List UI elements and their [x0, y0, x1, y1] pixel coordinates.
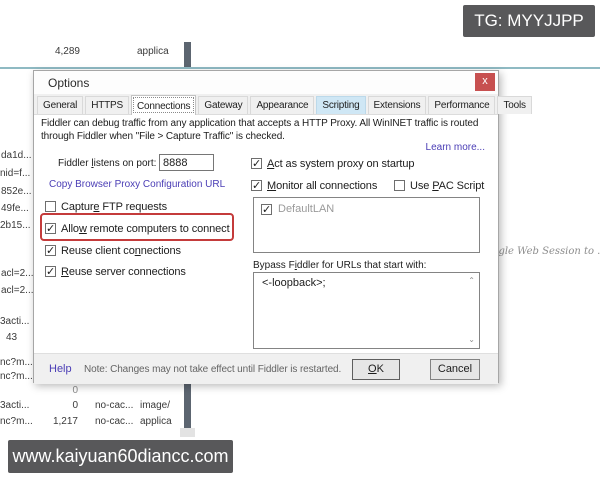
bg-session-size: 4,289	[50, 46, 80, 57]
tab-performance[interactable]: Performance	[428, 96, 495, 114]
checkbox-allow-remote[interactable]: Allow remote computers to connect	[45, 221, 230, 236]
dialog-title: Options	[48, 76, 89, 90]
checkbox-icon[interactable]	[251, 158, 262, 169]
options-dialog: Options x General HTTPS Connections Gate…	[33, 70, 499, 383]
bg-cell-name: 3acti...	[0, 400, 29, 411]
tab-extensions[interactable]: Extensions	[368, 96, 427, 114]
dialog-footer: Help Note: Changes may not take effect u…	[34, 353, 498, 384]
checkbox-label: Allow remote computers to connect	[61, 223, 230, 235]
restart-note: Note: Changes may not take effect until …	[84, 364, 341, 375]
splitter-bar[interactable]	[184, 383, 191, 428]
bg-cell-size: 0	[48, 385, 78, 396]
bg-session-type: applica	[137, 46, 169, 57]
lan-connections-listbox[interactable]: DefaultLAN	[253, 197, 480, 253]
splitter-end	[180, 428, 195, 437]
copy-proxy-url-link[interactable]: Copy Browser Proxy Configuration URL	[49, 179, 225, 190]
bg-url-fragment[interactable]: da1d...	[1, 150, 32, 161]
checkbox-reuse-client[interactable]: Reuse client connections	[45, 243, 181, 258]
bg-url-fragment[interactable]: 852e...	[1, 186, 32, 197]
checkbox-icon[interactable]	[45, 266, 56, 277]
tab-connections[interactable]: Connections	[131, 95, 196, 115]
checkbox-icon[interactable]	[251, 180, 262, 191]
bg-cell-caching: no-cac...	[95, 400, 133, 411]
scroll-up-icon[interactable]: ⌃	[468, 277, 475, 285]
checkbox-label: Reuse server connections	[61, 266, 186, 278]
checkbox-icon[interactable]	[45, 245, 56, 256]
checkbox-act-as-proxy[interactable]: Act as system proxy on startup	[251, 156, 414, 171]
checkbox-label: Act as system proxy on startup	[267, 158, 414, 170]
tab-https[interactable]: HTTPS	[85, 96, 129, 114]
bypass-label: Bypass Fiddler for URLs that start with:	[253, 260, 426, 271]
scroll-down-icon[interactable]: ⌄	[468, 336, 475, 344]
tab-appearance[interactable]: Appearance	[250, 96, 314, 114]
tab-general[interactable]: General	[37, 96, 83, 114]
bg-url-fragment[interactable]: nc?m...	[0, 371, 33, 382]
checkbox-reuse-server[interactable]: Reuse server connections	[45, 264, 186, 279]
ok-button[interactable]: OK	[352, 359, 400, 380]
options-tabstrip: General HTTPS Connections Gateway Appear…	[34, 94, 498, 115]
watermark-website: www.kaiyuan60diancc.com	[8, 440, 233, 473]
checkbox-label: Capture FTP requests	[61, 201, 167, 213]
bg-cell-caching: no-cac...	[95, 416, 133, 427]
bg-url-fragment[interactable]: acl=2...	[1, 268, 34, 279]
checkbox-icon[interactable]	[45, 223, 56, 234]
lan-list-item[interactable]: DefaultLAN	[261, 203, 472, 215]
tab-scripting[interactable]: Scripting	[316, 96, 365, 114]
port-input[interactable]	[159, 154, 214, 171]
bg-cell-size: 0	[48, 400, 78, 411]
bg-url-fragment[interactable]: nc?m...	[0, 357, 33, 368]
splitter-bar[interactable]	[184, 42, 191, 67]
checkbox-capture-ftp[interactable]: Capture FTP requests	[45, 199, 167, 214]
bg-cell-type: applica	[140, 416, 172, 427]
bg-url-fragment[interactable]: nid=f...	[0, 168, 30, 179]
bg-url-fragment[interactable]: 43	[6, 332, 17, 343]
dialog-titlebar: Options x	[34, 71, 498, 94]
checkbox-monitor-all[interactable]: Monitor all connections	[251, 178, 377, 193]
learn-more-link[interactable]: Learn more...	[426, 142, 485, 153]
close-button[interactable]: x	[475, 73, 495, 91]
close-icon: x	[482, 75, 488, 87]
screenshot-root: 4,289 applica da1d... nid=f... 852e... 4…	[0, 0, 600, 480]
tab-tools[interactable]: Tools	[497, 96, 531, 114]
bypass-textarea[interactable]: <-loopback>; ⌃ ⌄	[253, 272, 480, 349]
bg-url-fragment[interactable]: 3acti...	[0, 316, 29, 327]
bypass-value: <-loopback>;	[262, 277, 326, 289]
bg-url-fragment[interactable]: 2b15...	[0, 220, 31, 231]
checkbox-use-pac[interactable]: Use PAC Script	[394, 178, 484, 193]
separator-line	[0, 67, 600, 69]
bg-url-fragment[interactable]: 49fe...	[1, 203, 29, 214]
checkbox-label: Use PAC Script	[410, 180, 484, 192]
help-link[interactable]: Help	[49, 363, 72, 375]
bg-cell-type: image/	[140, 400, 170, 411]
connections-intro-text: Fiddler can debug traffic from any appli…	[41, 117, 495, 143]
watermark-telegram: TG: MYYJJPP	[463, 5, 595, 37]
checkbox-label: Monitor all connections	[267, 180, 377, 192]
bg-cell-name: nc?m...	[0, 416, 33, 427]
bg-cell-size: 1,217	[48, 416, 78, 427]
lan-item-label: DefaultLAN	[278, 203, 334, 215]
checkbox-icon[interactable]	[45, 201, 56, 212]
checkbox-icon[interactable]	[394, 180, 405, 191]
cancel-button[interactable]: Cancel	[430, 359, 480, 380]
checkbox-label: Reuse client connections	[61, 245, 181, 257]
bg-session-note-text: ngle Web Session to .	[492, 246, 600, 257]
port-label: Fiddler listens on port:	[58, 158, 156, 169]
bg-url-fragment[interactable]: acl=2...	[1, 285, 34, 296]
tab-gateway[interactable]: Gateway	[198, 96, 248, 114]
checkbox-icon[interactable]	[261, 204, 272, 215]
